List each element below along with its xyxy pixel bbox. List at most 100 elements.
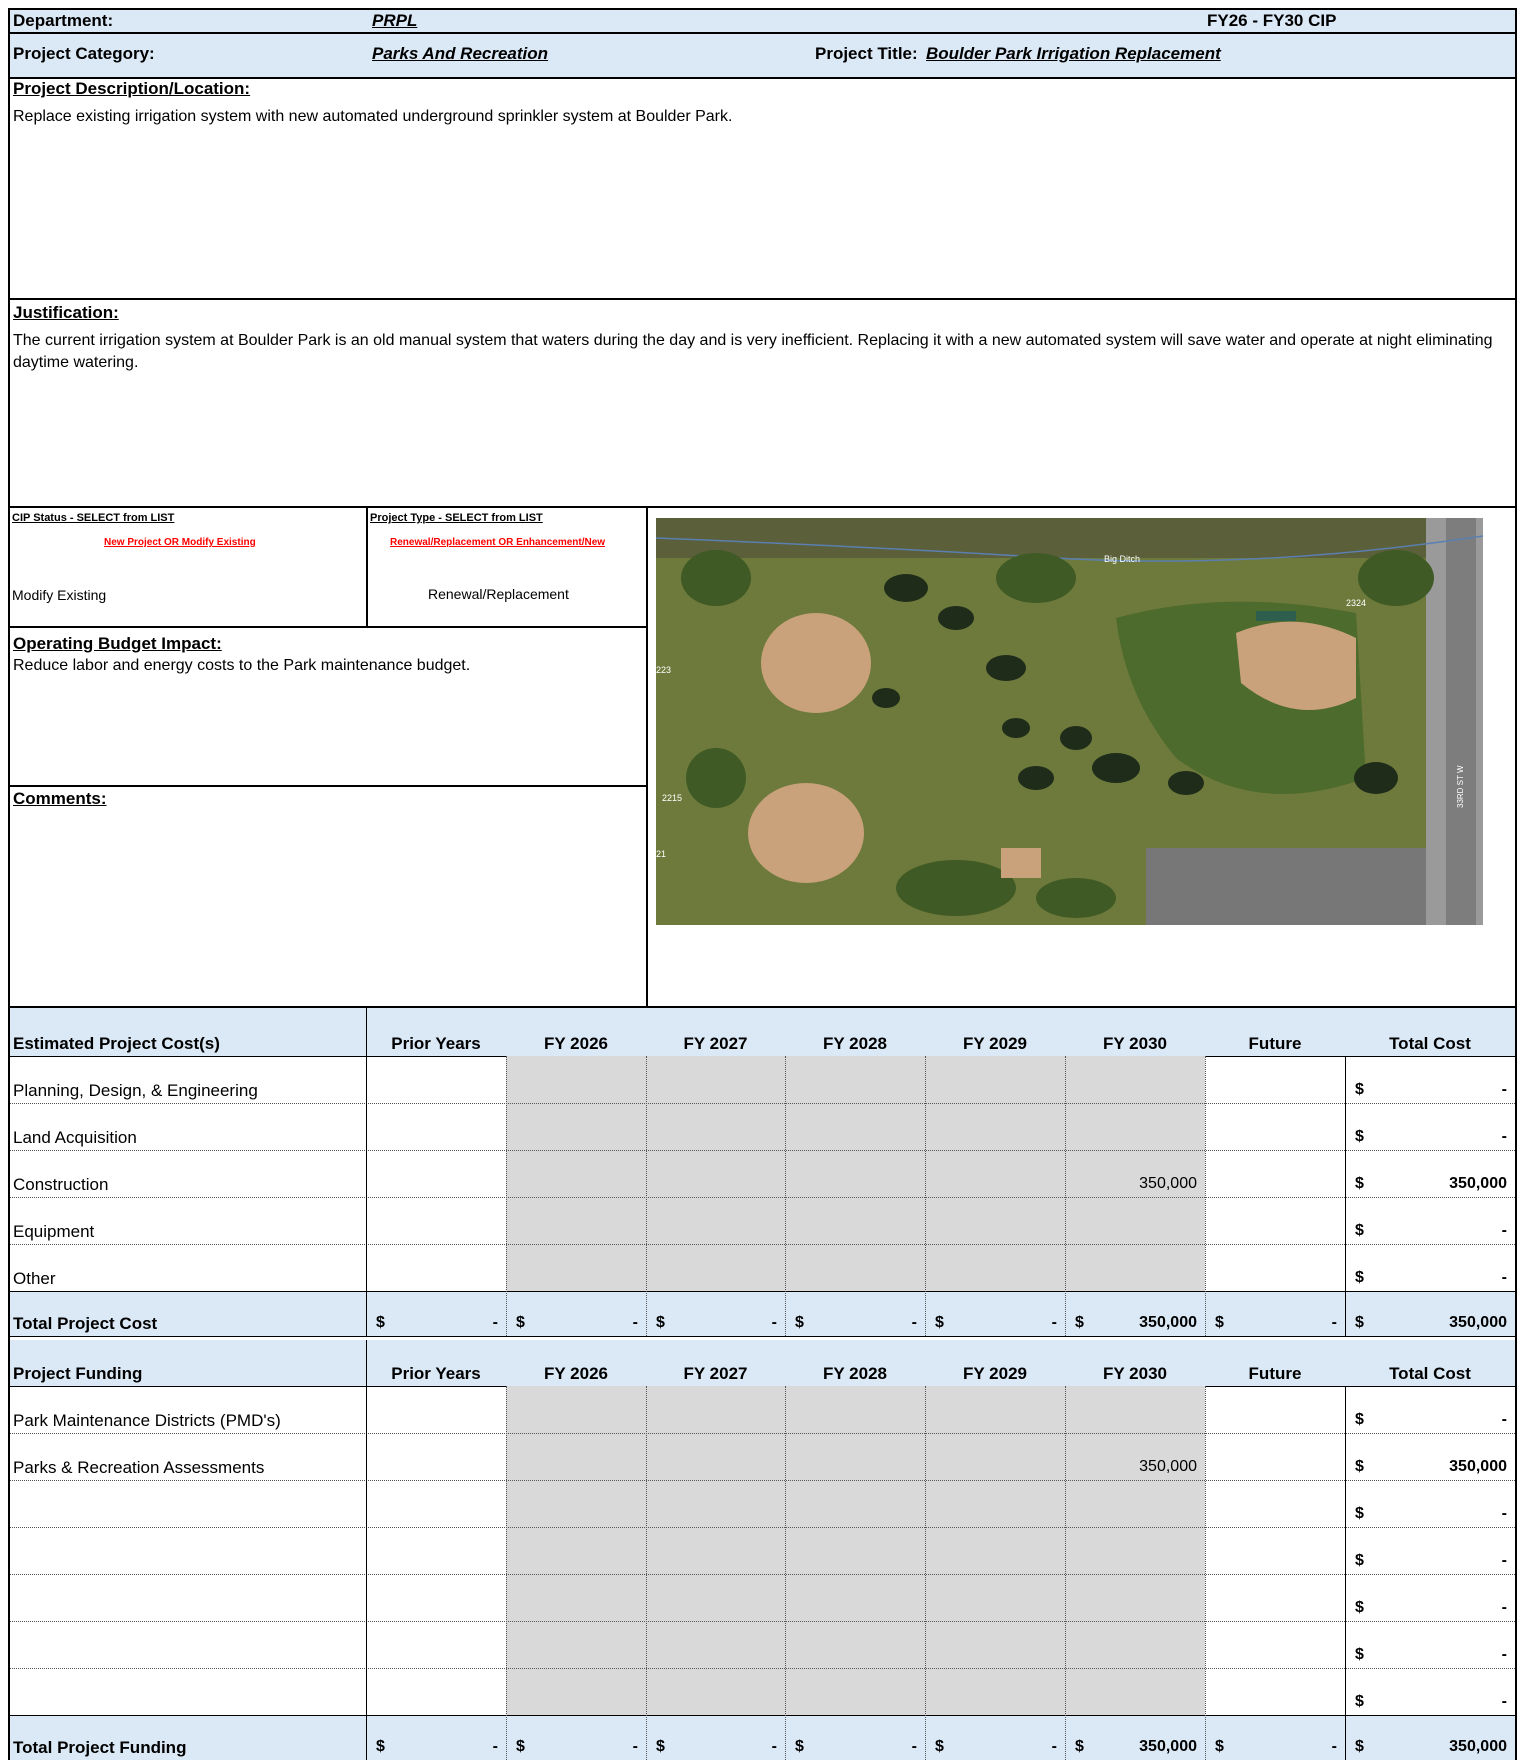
map-parcel-c: 223 <box>656 665 671 675</box>
cost-col-header: Future <box>1248 1034 1302 1053</box>
cost-total-value: - <box>1051 1314 1057 1331</box>
cost-table: Estimated Project Cost(s) Prior Years FY 2… <box>10 1008 1515 1338</box>
funding-vline <box>506 1386 507 1760</box>
cost-shaded-block <box>506 1056 1205 1291</box>
department-label: Department: <box>13 11 114 30</box>
operating-impact-text: Reduce labor and energy costs to the Par… <box>13 657 471 674</box>
funding-row-total: - <box>1501 1693 1507 1710</box>
cost-row-label: Construction <box>13 1175 109 1194</box>
aerial-map-svg: Big Ditch 2324 2215 223 21 33RD ST W <box>656 518 1483 925</box>
cost-col-header: FY 2026 <box>544 1034 608 1053</box>
funding-col-header: FY 2030 <box>1103 1364 1167 1383</box>
funding-col-header: FY 2026 <box>544 1364 608 1383</box>
funding-row-total: - <box>1501 1646 1507 1663</box>
funding-col-header: Total Cost <box>1389 1364 1471 1383</box>
justification-text: The current irrigation system at Boulder… <box>13 332 1493 371</box>
funding-title: Project Funding <box>13 1364 143 1383</box>
funding-row-total: - <box>1501 1552 1507 1569</box>
cost-vline <box>1205 1056 1206 1336</box>
cip-status-value[interactable]: Modify Existing <box>12 587 106 603</box>
funding-row-total: - <box>1501 1505 1507 1522</box>
funding-vline <box>1065 1386 1066 1760</box>
cost-vline <box>506 1056 507 1336</box>
cost-total-value: - <box>911 1314 917 1331</box>
funding-row-total: - <box>1501 1411 1507 1428</box>
cip-status-hint: New Project OR Modify Existing <box>104 537 256 548</box>
cost-total-value: 350,000 <box>1449 1314 1507 1331</box>
funding-total-value: 350,000 <box>1139 1738 1197 1755</box>
cost-row-total: - <box>1501 1222 1507 1239</box>
description-text: Replace existing irrigation system with … <box>13 108 733 125</box>
cost-vline <box>1065 1056 1066 1336</box>
cost-total-divider <box>10 1291 1515 1292</box>
funding-row-divider <box>10 1574 1515 1575</box>
cost-row-divider <box>10 1197 1515 1198</box>
cost-row-fy2030[interactable]: 350,000 <box>1065 1175 1197 1193</box>
category-label: Project Category: <box>13 44 155 63</box>
cost-col-header: FY 2029 <box>963 1034 1027 1053</box>
cost-col-header: Total Cost <box>1389 1034 1471 1053</box>
cost-row-total: - <box>1501 1081 1507 1098</box>
cost-total-value: 350,000 <box>1139 1314 1197 1331</box>
funding-row-label: Parks & Recreation Assessments <box>13 1458 265 1477</box>
funding-row-divider <box>10 1527 1515 1528</box>
cost-row-divider <box>10 1150 1515 1151</box>
cost-total-label: Total Project Cost <box>13 1314 158 1333</box>
cost-total-value: - <box>492 1314 498 1331</box>
map-ditch-label: Big Ditch <box>1104 554 1140 564</box>
title-value: Boulder Park Irrigation Replacement <box>926 44 1221 63</box>
cost-vline <box>646 1056 647 1336</box>
cost-col-header: FY 2027 <box>683 1034 748 1053</box>
funding-row-divider <box>10 1480 1515 1481</box>
project-type-value[interactable]: Renewal/Replacement <box>428 586 569 602</box>
funding-total-value: - <box>1051 1738 1057 1755</box>
funding-total-value: - <box>632 1738 638 1755</box>
cip-status-label: CIP Status - SELECT from LIST <box>12 512 175 524</box>
funding-total-value: - <box>1331 1738 1337 1755</box>
operating-impact-label: Operating Budget Impact: <box>13 634 222 653</box>
cost-col-header: FY 2028 <box>823 1034 887 1053</box>
project-type-label: Project Type - SELECT from LIST <box>370 512 543 524</box>
cost-total-value: - <box>632 1314 638 1331</box>
cost-row-divider <box>10 1103 1515 1104</box>
cost-total-value: - <box>1331 1314 1337 1331</box>
funding-row-fy2030[interactable]: 350,000 <box>1065 1458 1197 1476</box>
cost-bottom-line <box>10 1336 1515 1337</box>
cost-row-label: Equipment <box>13 1222 95 1241</box>
cost-vline <box>925 1056 926 1336</box>
funding-row-divider <box>10 1668 1515 1669</box>
category-row <box>10 34 1515 77</box>
cost-col-header: Prior Years <box>391 1034 481 1053</box>
description-label: Project Description/Location: <box>13 79 251 98</box>
funding-col-header: FY 2029 <box>963 1364 1027 1383</box>
funding-vline <box>646 1386 647 1760</box>
funding-col-header: Future <box>1248 1364 1302 1383</box>
funding-total-value: - <box>771 1738 777 1755</box>
funding-row-label: Park Maintenance Districts (PMD's) <box>13 1411 281 1430</box>
funding-total-value: - <box>492 1738 498 1755</box>
project-type-hint: Renewal/Replacement OR Enhancement/New <box>390 537 606 548</box>
justification-label: Justification: <box>13 303 119 322</box>
map-street-label: 33RD ST W <box>1456 765 1465 808</box>
cost-vline <box>785 1056 786 1336</box>
cost-row-total: 350,000 <box>1449 1175 1507 1192</box>
funding-vline <box>1205 1386 1206 1760</box>
cost-row-divider <box>10 1244 1515 1245</box>
funding-total-label: Total Project Funding <box>13 1738 187 1757</box>
cost-row-label: Other <box>13 1269 56 1288</box>
cost-row-total: - <box>1501 1128 1507 1145</box>
category-value: Parks And Recreation <box>372 44 549 63</box>
funding-total-divider <box>10 1715 1515 1716</box>
funding-vline <box>1345 1386 1346 1760</box>
comments-label: Comments: <box>13 789 107 808</box>
cost-row-label: Land Acquisition <box>13 1128 137 1147</box>
funding-shaded-block <box>506 1386 1205 1715</box>
cost-col-header: FY 2030 <box>1103 1034 1167 1053</box>
funding-col-header: FY 2027 <box>683 1364 748 1383</box>
map-parcel-d: 21 <box>656 849 666 859</box>
funding-col-header: FY 2028 <box>823 1364 887 1383</box>
cost-title: Estimated Project Cost(s) <box>13 1034 220 1053</box>
cost-vline <box>1345 1056 1346 1336</box>
funding-vline <box>925 1386 926 1760</box>
funding-vline <box>366 1340 367 1760</box>
